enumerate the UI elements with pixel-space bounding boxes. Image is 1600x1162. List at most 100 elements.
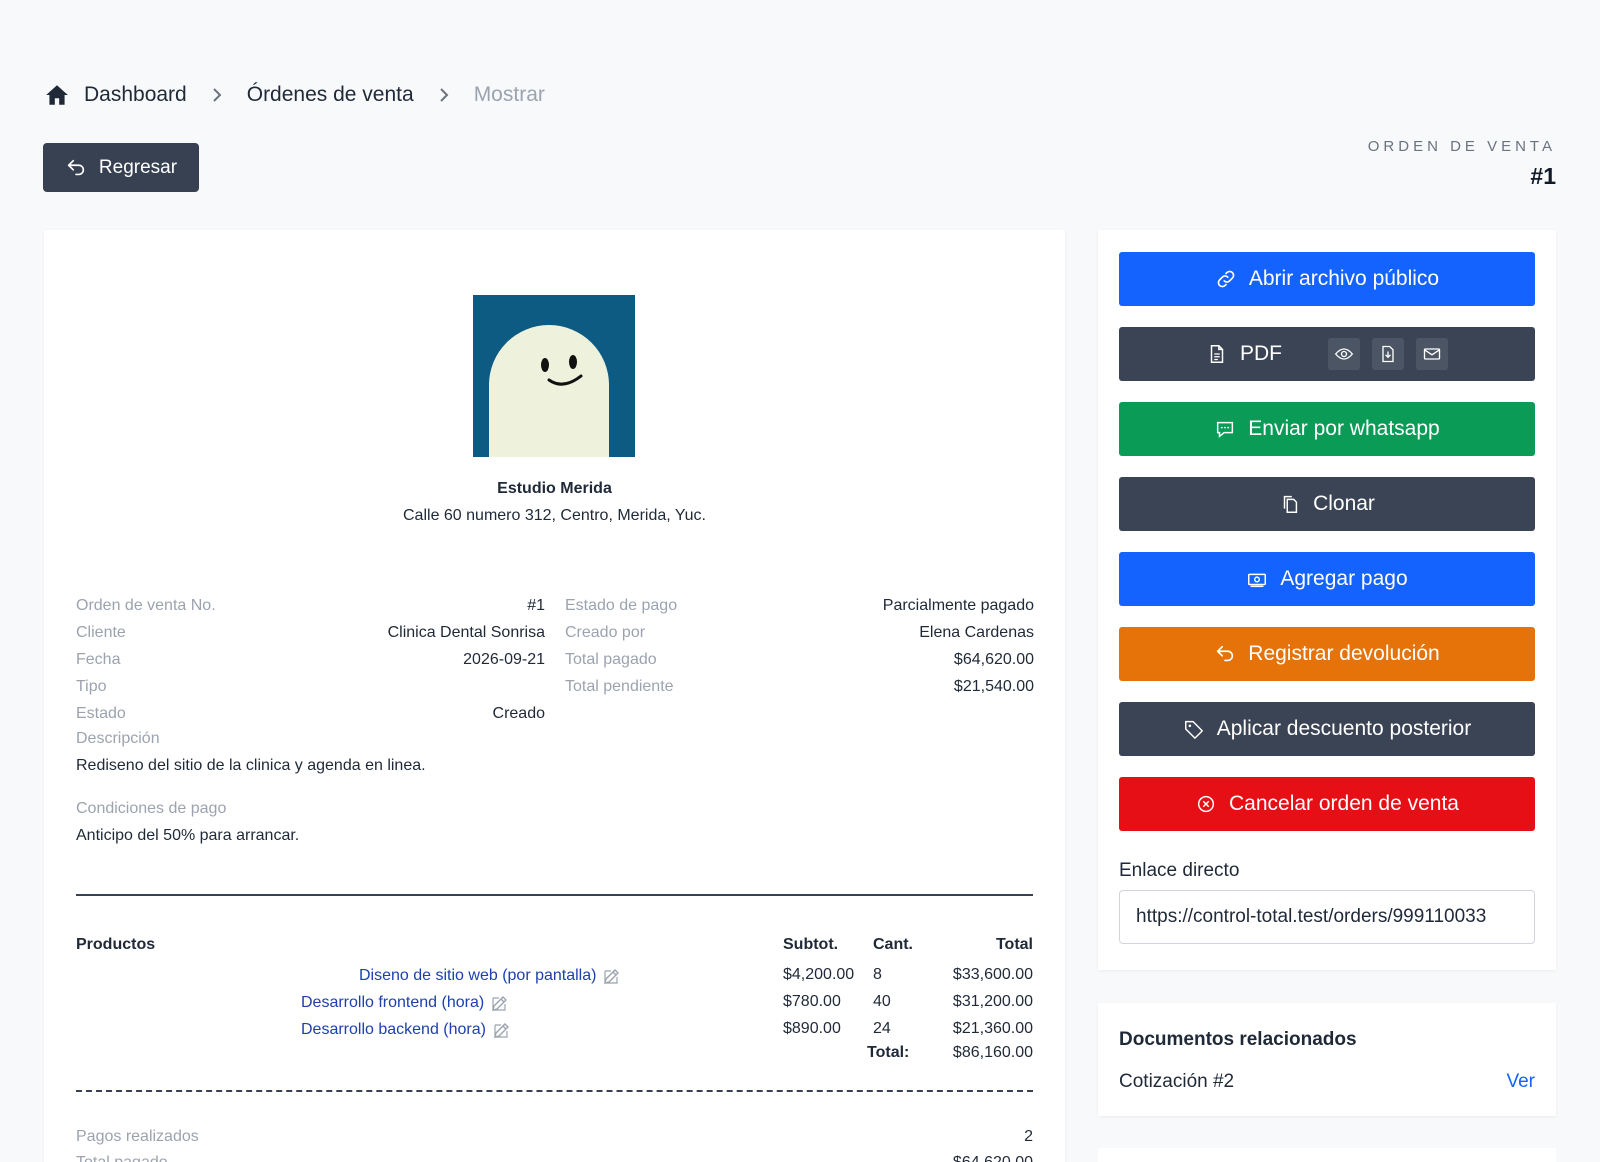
- send-whatsapp-label: Enviar por whatsapp: [1248, 417, 1440, 440]
- products-title: Productos: [76, 936, 156, 953]
- breadcrumb: Dashboard Órdenes de venta Mostrar: [44, 80, 545, 110]
- register-refund-label: Registrar devolución: [1248, 642, 1440, 665]
- undo-icon: [1214, 643, 1236, 665]
- info-label: Orden de venta No.: [76, 596, 216, 614]
- company-name: Estudio Merida: [497, 480, 612, 497]
- payments-total-label: Total pagado: [76, 1154, 168, 1162]
- info-row: Orden de venta No. #1: [76, 592, 545, 619]
- product-name[interactable]: Desarrollo frontend (hora): [301, 994, 484, 1012]
- related-document-name: Cotización #2: [1119, 1071, 1235, 1092]
- company-logo: [473, 295, 635, 457]
- product-row: Desarrollo frontend (hora) $780.00 40 $3…: [44, 993, 1065, 1020]
- apply-discount-button[interactable]: Aplicar descuento posterior: [1119, 702, 1535, 756]
- products-total-row: Total: $86,160.00: [44, 1044, 1065, 1071]
- breadcrumb-sales-orders[interactable]: Órdenes de venta: [247, 83, 414, 107]
- pdf-label[interactable]: PDF: [1240, 342, 1282, 366]
- pdf-tools: [1328, 338, 1448, 370]
- payments-count-value: 2: [1024, 1128, 1033, 1145]
- product-qty: 8: [873, 966, 882, 983]
- product-qty: 24: [873, 1020, 891, 1037]
- pdf-button-group: PDF: [1119, 327, 1535, 381]
- order-kicker: ORDEN DE VENTA: [1367, 138, 1556, 155]
- info-label: Total pendiente: [565, 677, 674, 695]
- related-document-view-link[interactable]: Ver: [1506, 1071, 1535, 1093]
- header-qty: Cant.: [873, 936, 913, 953]
- direct-link-label: Enlace directo: [1119, 860, 1240, 881]
- breadcrumb-dashboard[interactable]: Dashboard: [84, 83, 187, 107]
- order-info-left: Orden de venta No. #1 Cliente Clinica Dent…: [76, 592, 545, 727]
- apply-discount-label: Aplicar descuento posterior: [1216, 717, 1472, 740]
- products-total-label: Total:: [867, 1044, 910, 1061]
- panel-card: [1098, 1148, 1556, 1162]
- description-value: Rediseno del sitio de la clinica y agend…: [76, 757, 426, 774]
- company-address: Calle 60 numero 312, Centro, Merida, Yuc…: [403, 507, 706, 524]
- product-total: $31,200.00: [952, 993, 1033, 1010]
- info-label: Total pagado: [565, 650, 657, 668]
- order-info-right: Estado de pago Parcialmente pagado Creado…: [565, 592, 1034, 700]
- edit-icon[interactable]: [492, 1020, 512, 1040]
- envelope-icon[interactable]: [1416, 338, 1448, 370]
- info-row: Total pagado $64,620.00: [565, 646, 1034, 673]
- cancel-order-button[interactable]: Cancelar orden de venta: [1119, 777, 1535, 831]
- product-link[interactable]: Diseno de sitio web (por pantalla): [359, 966, 622, 986]
- tag-icon: [1183, 718, 1205, 740]
- info-value: Creado: [492, 704, 545, 722]
- undo-icon: [65, 157, 87, 179]
- product-total: $21,360.00: [952, 1020, 1033, 1037]
- add-payment-label: Agregar pago: [1280, 567, 1408, 590]
- info-label: Creado por: [565, 623, 646, 641]
- payment-terms-value: Anticipo del 50% para arrancar.: [76, 827, 300, 844]
- description-block: Descripción Rediseno del sitio de la cli…: [76, 730, 426, 775]
- direct-link-input[interactable]: [1119, 890, 1535, 944]
- info-value: 2026-09-21: [463, 650, 545, 668]
- related-documents-title: Documentos relacionados: [1119, 1029, 1357, 1050]
- info-value: $64,620.00: [953, 650, 1034, 668]
- info-row: Creado por Elena Cardenas: [565, 619, 1034, 646]
- info-label: Tipo: [76, 677, 107, 695]
- cash-icon: [1246, 568, 1268, 590]
- chat-icon: [1214, 418, 1236, 440]
- edit-icon[interactable]: [602, 966, 622, 986]
- product-row: Desarrollo backend (hora) $890.00 24 $21…: [44, 1020, 1065, 1047]
- info-value: Clinica Dental Sonrisa: [387, 623, 545, 641]
- order-document: Estudio Merida Calle 60 numero 312, Cent…: [44, 230, 1065, 1162]
- payment-terms-block: Condiciones de pago Anticipo del 50% par…: [76, 800, 299, 845]
- header-subtotal: Subtot.: [783, 936, 839, 953]
- info-value: Parcialmente pagado: [882, 596, 1034, 614]
- edit-icon[interactable]: [490, 993, 510, 1013]
- info-label: Cliente: [76, 623, 126, 641]
- chevron-right-icon: [207, 85, 227, 105]
- send-whatsapp-button[interactable]: Enviar por whatsapp: [1119, 402, 1535, 456]
- back-button[interactable]: Regresar: [43, 143, 199, 192]
- divider: [76, 894, 1033, 896]
- register-refund-button[interactable]: Registrar devolución: [1119, 627, 1535, 681]
- info-row: Fecha 2026-09-21: [76, 646, 545, 673]
- product-subtotal: $780.00: [783, 993, 841, 1010]
- divider-dashed: [76, 1090, 1033, 1092]
- download-icon[interactable]: [1372, 338, 1404, 370]
- link-icon: [1215, 268, 1237, 290]
- info-value: Elena Cardenas: [919, 623, 1034, 641]
- eye-icon[interactable]: [1328, 338, 1360, 370]
- home-icon[interactable]: [44, 82, 70, 108]
- product-total: $33,600.00: [952, 966, 1033, 983]
- info-row: Total pendiente $21,540.00: [565, 673, 1034, 700]
- info-label: Estado: [76, 704, 126, 722]
- chevron-right-icon: [434, 85, 454, 105]
- product-link[interactable]: Desarrollo frontend (hora): [301, 993, 510, 1013]
- clone-button[interactable]: Clonar: [1119, 477, 1535, 531]
- product-subtotal: $890.00: [783, 1020, 841, 1037]
- description-label: Descripción: [76, 730, 160, 747]
- info-row: Cliente Clinica Dental Sonrisa: [76, 619, 545, 646]
- product-name[interactable]: Diseno de sitio web (por pantalla): [359, 967, 596, 985]
- payments-count-label: Pagos realizados: [76, 1128, 199, 1145]
- add-payment-button[interactable]: Agregar pago: [1119, 552, 1535, 606]
- payment-terms-label: Condiciones de pago: [76, 800, 227, 817]
- product-link[interactable]: Desarrollo backend (hora): [301, 1020, 512, 1040]
- info-value: #1: [527, 596, 545, 614]
- product-name[interactable]: Desarrollo backend (hora): [301, 1021, 486, 1039]
- actions-panel: Abrir archivo público PDF Enviar por wha…: [1098, 230, 1556, 970]
- info-label: Fecha: [76, 650, 121, 668]
- product-subtotal: $4,200.00: [783, 966, 855, 983]
- open-public-file-button[interactable]: Abrir archivo público: [1119, 252, 1535, 306]
